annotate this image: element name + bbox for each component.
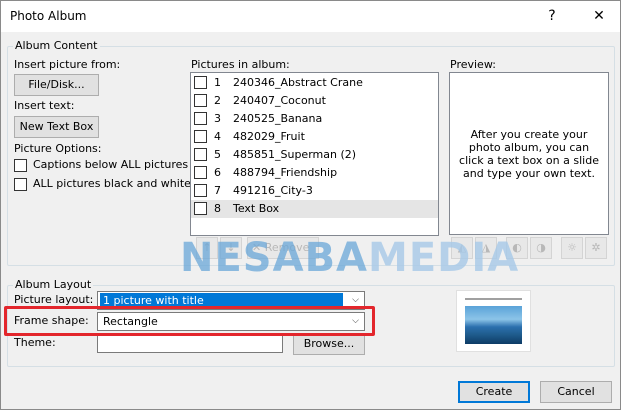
layout-thumbnail xyxy=(456,290,531,352)
list-item-checkbox[interactable] xyxy=(194,94,207,107)
picture-options-label: Picture Options: xyxy=(14,142,102,155)
insert-picture-label: Insert picture from: xyxy=(14,58,121,71)
list-item-checkbox[interactable] xyxy=(194,148,207,161)
new-text-box-button[interactable]: New Text Box xyxy=(14,116,99,138)
list-item-number: 2 xyxy=(214,94,221,107)
list-item-name: 482029_Fruit xyxy=(233,130,305,143)
help-button[interactable]: ? xyxy=(540,5,564,27)
list-item-number: 7 xyxy=(214,184,221,197)
close-button[interactable]: ✕ xyxy=(587,5,611,27)
file-disk-button-label: File/Disk... xyxy=(28,78,85,91)
list-item-name: Text Box xyxy=(233,202,280,215)
captions-checkbox[interactable] xyxy=(14,159,27,172)
cancel-button[interactable]: Cancel xyxy=(540,381,612,403)
preview-label: Preview: xyxy=(450,58,496,71)
browse-button[interactable]: Browse... xyxy=(293,333,365,355)
list-item[interactable]: 6 488794_Friendship xyxy=(191,164,438,182)
list-item-name: 491216_City-3 xyxy=(233,184,313,197)
pictures-in-album-label: Pictures in album: xyxy=(191,58,290,71)
list-item-number: 6 xyxy=(214,166,221,179)
title-bar: Photo Album ? ✕ xyxy=(1,1,620,32)
list-item-number: 4 xyxy=(214,130,221,143)
thumbnail-title-line xyxy=(465,298,522,300)
list-item[interactable]: 7 491216_City-3 xyxy=(191,182,438,200)
preview-pane: After you create your photo album, you c… xyxy=(449,72,609,235)
list-item[interactable]: 4 482029_Fruit xyxy=(191,128,438,146)
thumbnail-picture xyxy=(465,306,522,344)
pictures-list[interactable]: 1 240346_Abstract Crane 2 240407_Coconut… xyxy=(190,72,439,236)
new-text-box-button-label: New Text Box xyxy=(19,120,94,133)
dialog-title: Photo Album xyxy=(10,9,87,23)
list-item-name: 240525_Banana xyxy=(233,112,323,125)
list-item[interactable]: 1 240346_Abstract Crane xyxy=(191,74,438,92)
browse-button-label: Browse... xyxy=(303,337,355,350)
theme-label: Theme: xyxy=(14,336,56,349)
insert-text-label: Insert text: xyxy=(14,99,75,112)
list-item-checkbox[interactable] xyxy=(194,166,207,179)
cancel-button-label: Cancel xyxy=(557,385,595,398)
list-item-number: 3 xyxy=(214,112,221,125)
list-item[interactable]: 3 240525_Banana xyxy=(191,110,438,128)
black-white-checkbox[interactable] xyxy=(14,178,27,191)
list-item-name: 240407_Coconut xyxy=(233,94,326,107)
list-item-number: 8 xyxy=(214,202,221,215)
picture-layout-label: Picture layout: xyxy=(14,293,94,306)
frame-shape-highlight-box xyxy=(4,306,375,336)
watermark-part2: MEDIA xyxy=(368,235,520,281)
watermark-part1: NESABA xyxy=(180,235,369,281)
black-white-option-label: ALL pictures black and white xyxy=(33,177,191,190)
list-item-checkbox[interactable] xyxy=(194,184,207,197)
captions-option-label: Captions below ALL pictures xyxy=(33,158,189,171)
list-item-selected[interactable]: 8 Text Box xyxy=(191,200,438,218)
photo-album-dialog: Photo Album ? ✕ Album Content Insert pic… xyxy=(0,0,621,410)
create-button-label: Create xyxy=(475,385,513,398)
contrast-down-icon[interactable]: ◑ xyxy=(530,237,552,259)
list-item-name: 488794_Friendship xyxy=(233,166,338,179)
watermark: NESABAMEDIA xyxy=(180,235,519,281)
preview-text: After you create your photo album, you c… xyxy=(459,128,599,180)
list-item-number: 1 xyxy=(214,76,221,89)
list-item-name: 485851_Superman (2) xyxy=(233,148,357,161)
album-layout-label: Album Layout xyxy=(13,278,94,291)
file-disk-button[interactable]: File/Disk... xyxy=(14,74,99,96)
brightness-down-icon[interactable]: ✲ xyxy=(585,237,607,259)
list-item-checkbox[interactable] xyxy=(194,202,207,215)
list-item[interactable]: 5 485851_Superman (2) xyxy=(191,146,438,164)
list-item[interactable]: 2 240407_Coconut xyxy=(191,92,438,110)
list-item-checkbox[interactable] xyxy=(194,112,207,125)
list-item-checkbox[interactable] xyxy=(194,130,207,143)
create-button[interactable]: Create xyxy=(458,381,530,403)
list-item-name: 240346_Abstract Crane xyxy=(233,76,363,89)
list-item-number: 5 xyxy=(214,148,221,161)
list-item-checkbox[interactable] xyxy=(194,76,207,89)
theme-input[interactable] xyxy=(97,334,283,353)
album-content-label: Album Content xyxy=(13,39,100,52)
brightness-up-icon[interactable]: ☼ xyxy=(561,237,583,259)
